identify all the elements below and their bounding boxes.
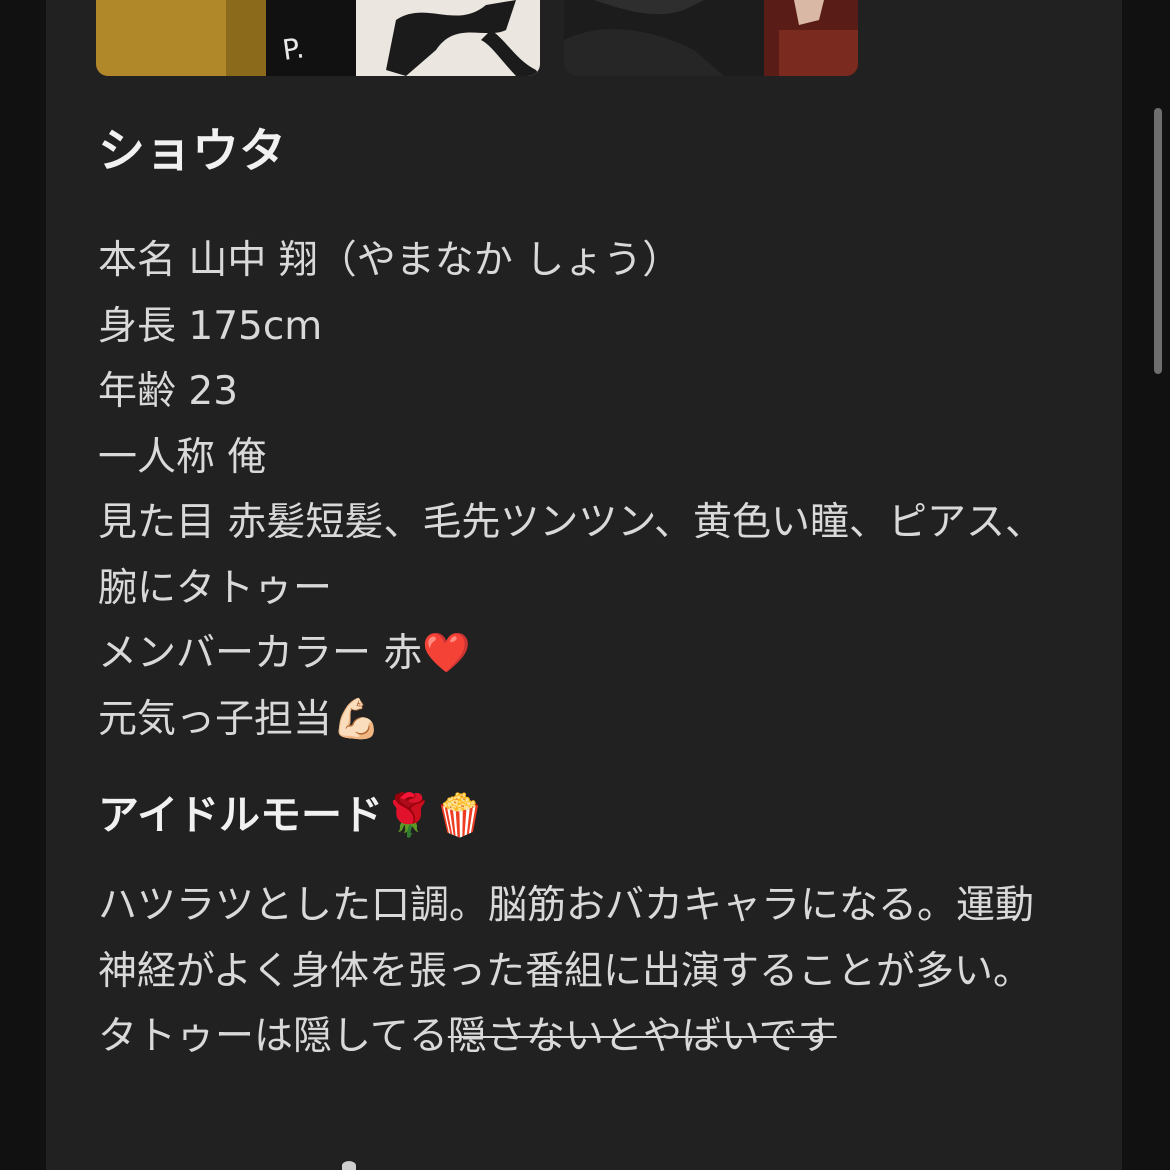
clipped-content-edge xyxy=(342,1161,356,1170)
profile-appearance: 見た目 赤髪短髪、毛先ツンツン、黄色い瞳、ピアス、腕にタトゥー xyxy=(98,500,1045,611)
profile-age: 年齢 23 xyxy=(98,369,239,414)
idol-mode-description: ハツラツとした口調。脳筋おバカキャラになる。運動神経がよく身体を張った番組に出演… xyxy=(98,873,1063,1070)
profile-first-person: 一人称 俺 xyxy=(98,434,267,480)
character-illustration-1-icon: P. xyxy=(96,0,540,76)
character-image-1[interactable]: P. xyxy=(96,0,540,76)
scrollbar[interactable] xyxy=(1154,108,1162,374)
profile-role: 元気っ子担当💪🏻 xyxy=(98,696,381,742)
character-name: ショウタ xyxy=(98,124,286,179)
idol-mode-heading: アイドルモード🌹🍿 xyxy=(98,791,486,839)
profile-list: 本名 山中 翔（やまなか しょう） 身長 175cm 年齢 23 一人称 俺 見… xyxy=(98,228,1088,752)
profile-real-name: 本名 山中 翔（やまなか しょう） xyxy=(98,238,682,283)
idol-mode-struck-text: 隠さないとやばいです xyxy=(447,1014,837,1059)
character-image-2[interactable] xyxy=(564,0,858,76)
viewport: P. ショウタ 本名 山中 翔（やまなか しょう） 身長 175cm 年齢 23… xyxy=(0,0,1170,1170)
svg-text:P.: P. xyxy=(280,31,306,67)
profile-member-color: メンバーカラー 赤❤️ xyxy=(98,631,471,676)
character-illustration-2-icon xyxy=(564,0,858,76)
profile-height: 身長 175cm xyxy=(98,303,323,349)
